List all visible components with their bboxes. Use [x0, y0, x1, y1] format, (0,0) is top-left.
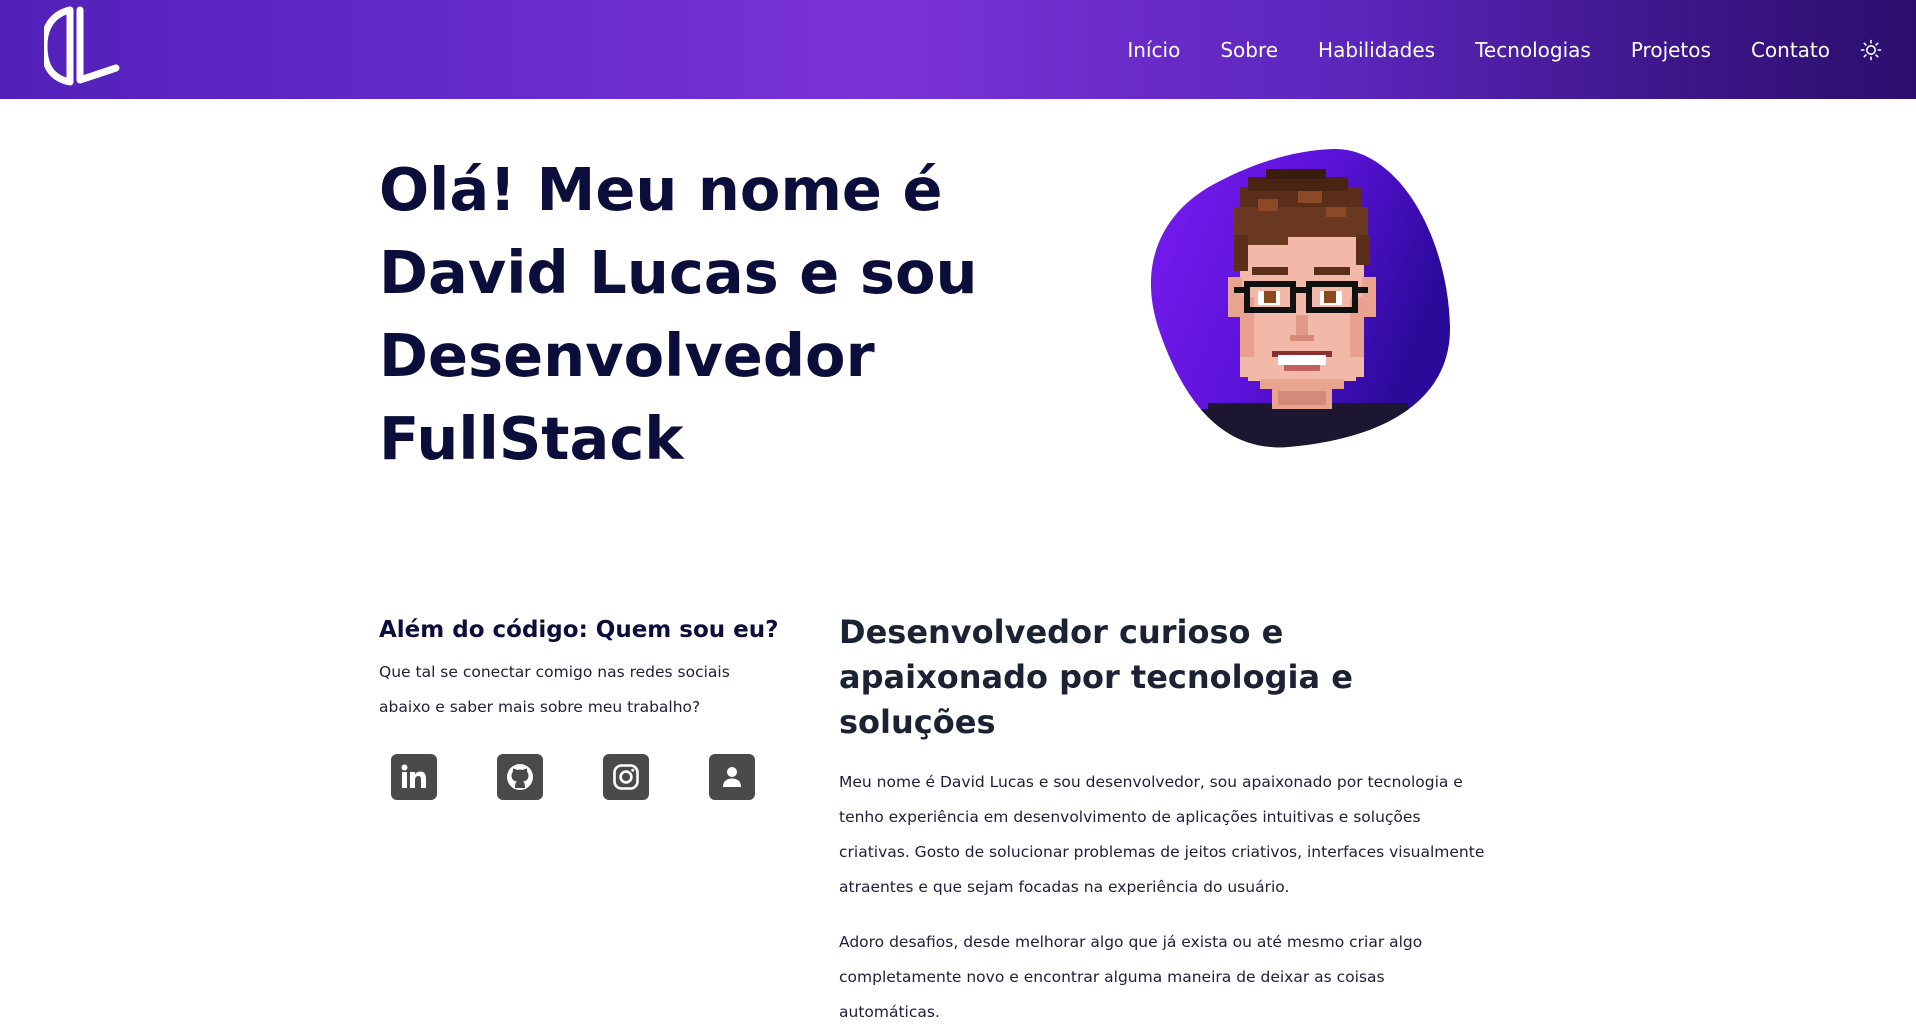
nav-link-projetos[interactable]: Projetos [1631, 38, 1711, 62]
nav-link-sobre[interactable]: Sobre [1220, 38, 1278, 62]
logo-icon [40, 6, 120, 86]
nav-link-inicio[interactable]: Início [1127, 38, 1180, 62]
linkedin-icon [401, 764, 426, 788]
about-section: Além do código: Quem sou eu? Que tal se … [379, 613, 779, 725]
bio-paragraph: Meu nome é David Lucas e sou desenvolved… [839, 773, 1485, 896]
hero-title: Olá! Meu nome é David Lucas e sou Desenv… [379, 148, 999, 480]
github-button[interactable] [497, 754, 543, 800]
hero-title-line: FullStack [379, 404, 684, 473]
hero-title-line: Desenvolvedor [379, 321, 875, 390]
github-icon [507, 764, 533, 790]
theme-toggle-button[interactable] [1860, 39, 1882, 61]
sun-icon [1860, 39, 1882, 60]
main-nav: Início Sobre Habilidades Tecnologias Pro… [1127, 0, 1916, 99]
nav-link-contato[interactable]: Contato [1751, 38, 1830, 62]
nav-link-tecnologias[interactable]: Tecnologias [1475, 38, 1591, 62]
about-title: Além do código: Quem sou eu? [379, 617, 779, 643]
nav-link-habilidades[interactable]: Habilidades [1318, 38, 1435, 62]
hero-title-line: David Lucas e sou [379, 238, 978, 307]
logo[interactable] [40, 6, 122, 90]
pixel-art-avatar-icon [1150, 148, 1451, 448]
instagram-button[interactable] [603, 754, 649, 800]
bio-heading: Desenvolvedor curioso e apaixonado por t… [839, 613, 1353, 741]
social-links [391, 754, 755, 800]
avatar [1148, 147, 1451, 449]
bio-paragraph: Adoro desafios, desde melhorar algo que … [839, 933, 1423, 1021]
about-subtitle: Que tal se conectar comigo nas redes soc… [379, 663, 730, 716]
hero-title-line: Olá! Meu nome é [379, 155, 943, 224]
user-icon [723, 767, 741, 787]
bio-section: Desenvolvedor curioso e apaixonado por t… [839, 610, 1489, 1030]
portfolio-button[interactable] [709, 754, 755, 800]
linkedin-button[interactable] [391, 754, 437, 800]
top-navbar: Início Sobre Habilidades Tecnologias Pro… [0, 0, 1916, 99]
instagram-icon [613, 764, 639, 790]
